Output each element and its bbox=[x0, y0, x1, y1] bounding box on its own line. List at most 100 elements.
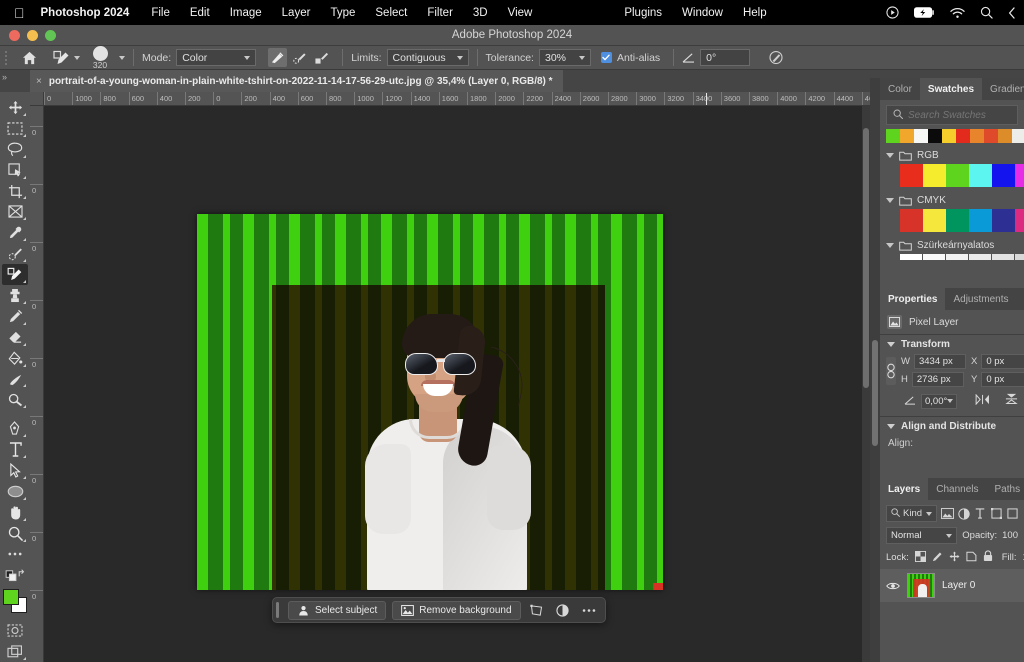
edit-toolbar-more-tool[interactable] bbox=[2, 544, 28, 565]
height-input[interactable]: 2736 px bbox=[912, 372, 964, 387]
menu-file[interactable]: File bbox=[151, 7, 170, 19]
x-input[interactable]: 0 px bbox=[981, 354, 1024, 369]
color-replacement-tool[interactable] bbox=[2, 264, 28, 285]
home-icon[interactable] bbox=[18, 48, 40, 68]
swatch-chip[interactable] bbox=[946, 254, 969, 260]
swatch-chip[interactable] bbox=[970, 129, 984, 143]
dodge-tool[interactable] bbox=[2, 389, 28, 410]
document-tab[interactable]: × portrait-of-a-young-woman-in-plain-whi… bbox=[30, 70, 563, 92]
swatch-group-header[interactable]: RGB bbox=[880, 147, 1024, 164]
default-colors-and-swap[interactable] bbox=[2, 565, 28, 586]
remove-background-button[interactable]: Remove background bbox=[392, 601, 520, 620]
expand-panels-icon[interactable]: » bbox=[2, 72, 7, 82]
pen-tool[interactable] bbox=[2, 418, 28, 439]
swatch-chip[interactable] bbox=[886, 129, 900, 143]
swatch-chip[interactable] bbox=[946, 164, 969, 187]
clone-stamp-tool[interactable] bbox=[2, 285, 28, 306]
align-distribute-section-header[interactable]: Align and Distribute bbox=[880, 417, 1024, 436]
canvas-area[interactable] bbox=[44, 106, 870, 662]
rotation-input[interactable]: 0,00° bbox=[921, 394, 957, 409]
menu-plugins[interactable]: Plugins bbox=[624, 7, 662, 19]
shape-filter-icon[interactable] bbox=[990, 506, 1002, 521]
swatch-chip[interactable] bbox=[992, 254, 1015, 260]
sampling-background-swatch-icon[interactable] bbox=[312, 48, 331, 67]
gradient-tool[interactable] bbox=[2, 348, 28, 369]
control-center-icon[interactable] bbox=[886, 6, 899, 19]
tolerance-input[interactable]: 30% bbox=[539, 49, 591, 66]
swatch-chip[interactable] bbox=[1015, 164, 1024, 187]
foreground-background-color[interactable] bbox=[2, 588, 28, 614]
swatch-chip[interactable] bbox=[928, 129, 942, 143]
eraser-tool[interactable] bbox=[2, 327, 28, 348]
limits-select[interactable]: Contiguous bbox=[387, 49, 469, 66]
right-panel-scrollbar-thumb[interactable] bbox=[872, 340, 878, 446]
select-subject-button[interactable]: Select subject bbox=[288, 601, 386, 620]
swatch-chip[interactable] bbox=[914, 129, 928, 143]
angle-input[interactable]: 0° bbox=[700, 49, 750, 66]
menu-edit[interactable]: Edit bbox=[190, 7, 210, 19]
mode-select[interactable]: Color bbox=[176, 49, 256, 66]
adjustment-contrast-icon[interactable] bbox=[553, 601, 573, 620]
crop-tool[interactable] bbox=[2, 181, 28, 202]
width-input[interactable]: 3434 px bbox=[914, 354, 966, 369]
menu-view[interactable]: View bbox=[508, 7, 533, 19]
tab-adjustments[interactable]: Adjustments bbox=[945, 288, 1016, 310]
swatch-chip[interactable] bbox=[956, 129, 970, 143]
search-icon[interactable] bbox=[980, 6, 993, 19]
anti-alias-checkbox[interactable] bbox=[601, 52, 612, 63]
close-document-icon[interactable]: × bbox=[36, 76, 42, 87]
menu-filter[interactable]: Filter bbox=[427, 7, 453, 19]
tab-libraries[interactable]: Librarie bbox=[1017, 288, 1024, 310]
swatch-chip[interactable] bbox=[992, 164, 1015, 187]
active-tool-preset-picker[interactable] bbox=[52, 49, 80, 67]
swatch-chip[interactable] bbox=[984, 129, 998, 143]
menu-type[interactable]: Type bbox=[330, 7, 355, 19]
swatch-chip[interactable] bbox=[969, 254, 992, 260]
options-bar-grip[interactable] bbox=[4, 46, 14, 70]
maximize-window-button[interactable] bbox=[45, 30, 56, 41]
swatch-chip[interactable] bbox=[923, 254, 946, 260]
pixel-filter-icon[interactable] bbox=[941, 506, 954, 521]
close-window-button[interactable] bbox=[9, 30, 20, 41]
smart-object-filter-icon[interactable] bbox=[1006, 506, 1018, 521]
horizontal-ruler[interactable]: 0100080060040020002004006008001000120014… bbox=[44, 92, 870, 106]
layer-name[interactable]: Layer 0 bbox=[942, 580, 975, 591]
swatch-chip[interactable] bbox=[946, 209, 969, 232]
swatch-chip[interactable] bbox=[969, 209, 992, 232]
hand-tool[interactable] bbox=[2, 502, 28, 523]
swatch-chip[interactable] bbox=[1015, 209, 1024, 232]
swatches-search-input[interactable] bbox=[908, 110, 1011, 121]
swatch-chip[interactable] bbox=[1012, 129, 1024, 143]
flip-vertical-icon[interactable] bbox=[1005, 392, 1018, 410]
rectangular-marquee-tool[interactable] bbox=[2, 118, 28, 139]
brush-size-preview[interactable]: 320 bbox=[86, 46, 114, 70]
sampling-once-icon[interactable] bbox=[290, 48, 309, 67]
swatch-chip[interactable] bbox=[900, 254, 923, 260]
tab-layers[interactable]: Layers bbox=[880, 478, 928, 500]
swatch-chip[interactable] bbox=[1015, 254, 1024, 260]
link-aspect-ratio-icon[interactable] bbox=[886, 357, 896, 385]
frame-tool[interactable] bbox=[2, 201, 28, 222]
zoom-tool[interactable] bbox=[2, 523, 28, 544]
foreground-color-swatch[interactable] bbox=[3, 589, 19, 605]
right-panel-scrollbar[interactable] bbox=[870, 78, 880, 662]
menu-layer[interactable]: Layer bbox=[282, 7, 311, 19]
lock-transparent-pixels-icon[interactable] bbox=[915, 551, 926, 565]
tab-properties[interactable]: Properties bbox=[880, 288, 945, 310]
swatch-chip[interactable] bbox=[900, 209, 923, 232]
eyedropper-tool[interactable] bbox=[2, 222, 28, 243]
transform-warp-icon[interactable] bbox=[527, 601, 547, 620]
swatches-search-row[interactable] bbox=[886, 105, 1018, 125]
opacity-value[interactable]: 100 bbox=[1002, 530, 1018, 541]
screen-mode-icon[interactable] bbox=[2, 641, 28, 662]
wifi-icon[interactable] bbox=[950, 7, 965, 19]
tab-paths[interactable]: Paths bbox=[987, 478, 1024, 500]
apple-logo-icon[interactable]:  bbox=[14, 6, 25, 20]
swatch-chip[interactable] bbox=[998, 129, 1012, 143]
artboard[interactable] bbox=[197, 214, 663, 590]
battery-charging-icon[interactable] bbox=[914, 7, 935, 18]
menu-image[interactable]: Image bbox=[230, 7, 262, 19]
recent-swatches-strip[interactable] bbox=[880, 129, 1024, 147]
chevron-icon[interactable] bbox=[1008, 7, 1016, 19]
lock-all-icon[interactable] bbox=[983, 550, 993, 565]
